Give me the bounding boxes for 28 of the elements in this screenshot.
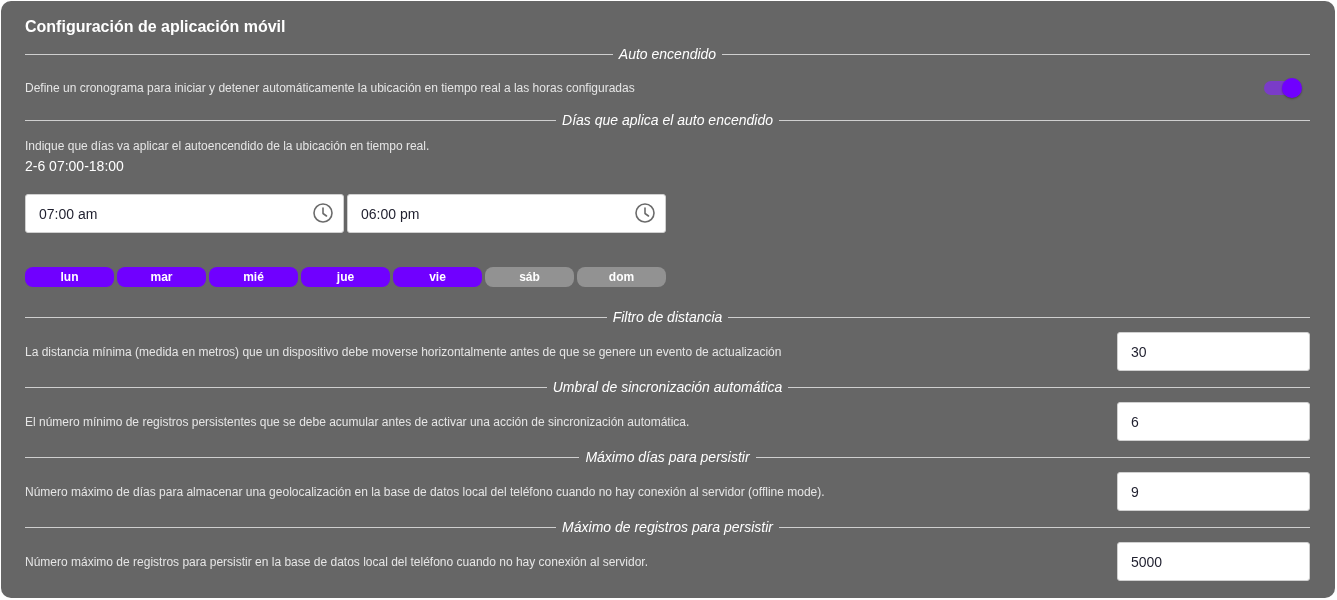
- section-heading: Máximo días para persistir: [584, 448, 751, 466]
- day-chip[interactable]: mié: [209, 267, 298, 287]
- page-title: Configuración de aplicación móvil: [25, 17, 287, 37]
- toggle-switch[interactable]: [1262, 77, 1302, 99]
- schedule-summary: 2-6 07:00-18:00: [25, 157, 125, 175]
- section-heading: Máximo de registros para persistir: [561, 518, 775, 536]
- clock-icon[interactable]: [635, 203, 655, 223]
- section-description: Define un cronograma para iniciar y detener automáticamente la ubicación en tiempo real a las horas configuradas: [25, 80, 635, 96]
- section-heading: Umbral de sincronización automática: [551, 378, 784, 396]
- time-field[interactable]: 07:00 am: [25, 194, 344, 233]
- section-description: La distancia mínima (medida en metros) que un dispositivo debe moverse horizontalmente antes de que se genere un evento de actualización: [25, 343, 782, 360]
- day-chip[interactable]: vie: [393, 267, 482, 287]
- section-description: Número máximo de días para almacenar una geolocalización en la base de datos local del teléfono cuando no hay conexión al servidor (offline mode).: [25, 483, 825, 500]
- day-chip[interactable]: jue: [301, 267, 390, 287]
- number-field[interactable]: 5000: [1117, 542, 1310, 581]
- number-field[interactable]: 9: [1117, 472, 1310, 511]
- day-chip[interactable]: mar: [117, 267, 206, 287]
- time-field[interactable]: 06:00 pm: [347, 194, 666, 233]
- section-description: Indique que días va aplicar el autoencendido de la ubicación en tiempo real.: [25, 138, 431, 154]
- section-description: El número mínimo de registros persistentes que se debe acumular antes de activar una acción de sincronización automática.: [25, 413, 690, 430]
- day-chip[interactable]: lun: [25, 267, 114, 287]
- number-field[interactable]: 30: [1117, 332, 1310, 371]
- section-heading: Filtro de distancia: [611, 308, 724, 326]
- section-heading: Días que aplica el auto encendido: [561, 111, 774, 129]
- number-field[interactable]: 6: [1117, 402, 1310, 441]
- clock-icon[interactable]: [313, 203, 333, 223]
- section-heading: Auto encendido: [617, 45, 718, 63]
- section-description: Número máximo de registros para persistir en la base de datos local del teléfono cuando no hay conexión al servidor.: [25, 553, 648, 570]
